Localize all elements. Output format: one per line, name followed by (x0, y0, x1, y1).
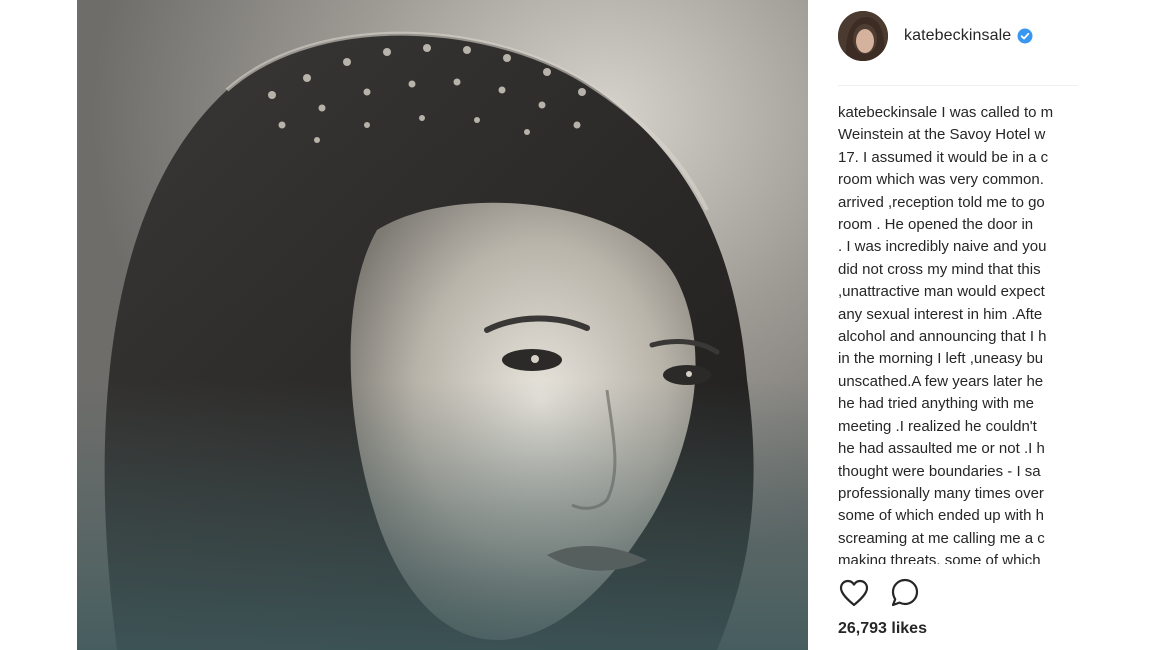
caption-line: unscathed.A few years later he (838, 372, 1044, 390)
caption-line: he had assaulted me or not .I h (838, 440, 1045, 458)
verified-badge-icon (1017, 28, 1033, 44)
post-photo[interactable] (77, 0, 808, 650)
post-actions (838, 577, 940, 609)
post-caption: katebeckinsale I was called to m Weinste… (838, 102, 1078, 564)
comment-bubble-icon (891, 578, 919, 607)
caption-line: arrived ,reception told me to go (838, 193, 1045, 211)
portrait-photo-image (77, 0, 808, 650)
post-header: katebeckinsale (838, 10, 1078, 62)
caption-line: thought were boundaries - I sa (838, 462, 1041, 480)
avatar-image (838, 11, 888, 61)
caption-text: I was called to m (941, 104, 1054, 121)
likes-count[interactable]: 26,793 likes (838, 620, 927, 638)
caption-line: 17. I assumed it would be in a c (838, 148, 1049, 166)
caption-line: meeting .I realized he couldn't (838, 417, 1037, 435)
caption-line: katebeckinsale I was called to m (838, 102, 1078, 124)
caption-line: he had tried anything with me (838, 395, 1034, 413)
header-divider (838, 85, 1078, 86)
caption-line: room which was very common. (838, 171, 1044, 189)
caption-line: in the morning I left ,uneasy bu (838, 350, 1044, 368)
instagram-post-view: katebeckinsale katebeckinsale I was call… (0, 0, 1155, 650)
caption-line: did not cross my mind that this (838, 260, 1041, 278)
post-side-panel: katebeckinsale katebeckinsale I was call… (808, 0, 1078, 650)
caption-username-link[interactable]: katebeckinsale (838, 104, 937, 121)
caption-line: Weinstein at the Savoy Hotel w (838, 126, 1046, 144)
caption-line: professionally many times over (838, 484, 1044, 502)
username-link[interactable]: katebeckinsale (904, 27, 1011, 45)
caption-line: making threats, some of which (838, 552, 1041, 564)
caption-line: room . He opened the door in (838, 216, 1034, 234)
comment-button[interactable] (889, 577, 921, 609)
heart-outline-icon (839, 579, 869, 607)
caption-line: screaming at me calling me a c (838, 529, 1045, 547)
like-button[interactable] (838, 577, 870, 609)
caption-line: . I was incredibly naive and you (838, 238, 1047, 256)
caption-line: any sexual interest in him .Afte (838, 305, 1043, 323)
caption-line: some of which ended up with h (838, 507, 1044, 525)
avatar[interactable] (838, 11, 888, 61)
caption-line: ,unattractive man would expect (838, 283, 1045, 301)
caption-line: alcohol and announcing that I h (838, 328, 1047, 346)
